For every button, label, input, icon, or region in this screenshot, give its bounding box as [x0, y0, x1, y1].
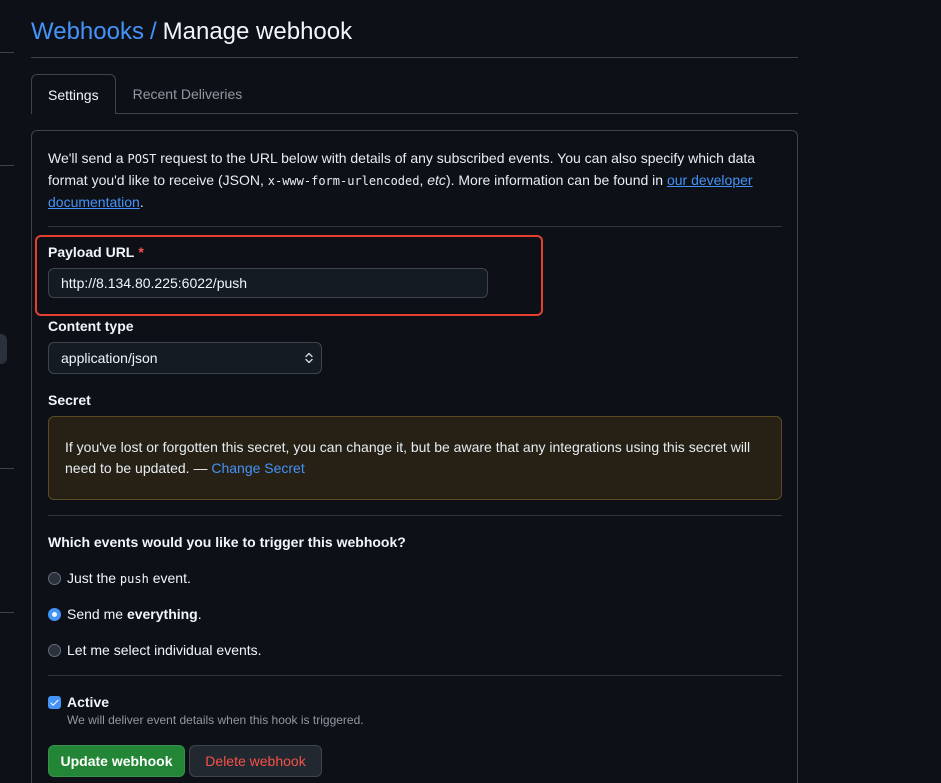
update-webhook-button[interactable]: Update webhook	[48, 745, 185, 777]
sidebar-item-selected[interactable]	[0, 334, 7, 364]
event-option-individual[interactable]: Let me select individual events.	[48, 640, 262, 660]
sidebar	[0, 0, 14, 783]
active-note: We will deliver event details when this …	[67, 713, 364, 727]
secret-notice-text: If you've lost or forgotten this secret,…	[65, 439, 751, 476]
required-marker: *	[138, 244, 144, 260]
content-type-label: Content type	[48, 318, 134, 334]
active-option[interactable]: Active	[48, 692, 109, 712]
intro-text-part: .	[139, 194, 144, 210]
event-option-push[interactable]: Just the push event.	[48, 568, 191, 588]
section-divider	[48, 515, 782, 516]
tabs: Settings Recent Deliveries	[31, 74, 798, 114]
form-actions: Update webhook Delete webhook	[48, 745, 322, 777]
event-option-text: Send me	[67, 606, 127, 622]
change-secret-link[interactable]: Change Secret	[211, 460, 304, 476]
content-type-select[interactable]: application/json	[48, 342, 322, 374]
payload-url-input[interactable]	[48, 268, 488, 298]
section-divider	[48, 675, 782, 676]
intro-text-part: ). More information can be found in	[445, 172, 667, 188]
intro-text: We'll send a POST request to the URL bel…	[48, 148, 782, 213]
webhook-settings-form: We'll send a POST request to the URL bel…	[31, 130, 798, 783]
event-option-code: push	[119, 572, 149, 586]
page-title: Webhooks / Manage webhook	[31, 16, 798, 48]
delete-webhook-button[interactable]: Delete webhook	[189, 745, 322, 777]
event-radio-everything[interactable]	[48, 607, 61, 621]
intro-emphasis-etc: etc	[427, 172, 446, 188]
event-option-label: Send me everything.	[67, 606, 202, 622]
intro-code-urlencoded: x-www-form-urlencoded	[267, 174, 420, 188]
breadcrumb-webhooks-link[interactable]: Webhooks	[31, 18, 144, 45]
sidebar-divider	[0, 165, 14, 166]
page-header: Webhooks / Manage webhook	[31, 0, 798, 58]
event-option-text: .	[197, 606, 202, 622]
active-checkbox-wrapper	[48, 695, 61, 709]
event-radio-individual[interactable]	[48, 643, 61, 657]
tab-settings[interactable]: Settings	[31, 74, 116, 114]
sidebar-divider	[0, 468, 14, 469]
event-option-everything[interactable]: Send me everything.	[48, 604, 202, 624]
event-option-strong: everything	[126, 606, 198, 622]
active-label: Active	[67, 694, 110, 710]
active-checkbox[interactable]	[48, 695, 61, 709]
secret-label: Secret	[48, 392, 91, 408]
intro-text-part: We'll send a	[48, 150, 128, 166]
event-option-text: event.	[148, 570, 191, 586]
sidebar-divider	[0, 52, 14, 53]
events-heading: Which events would you like to trigger t…	[48, 534, 406, 550]
breadcrumb-separator: /	[149, 18, 157, 45]
event-radio-push[interactable]	[48, 571, 61, 585]
sidebar-divider	[0, 612, 14, 613]
section-divider	[48, 226, 782, 227]
page: { "colors": { "background": "#0d1117", "…	[0, 0, 941, 783]
content-type-select-wrapper: application/json	[48, 342, 322, 374]
payload-url-label-text: Payload URL	[48, 244, 135, 260]
page-title-text: Manage webhook	[162, 18, 353, 45]
event-option-text: Just the	[67, 570, 120, 586]
secret-warning-notice: If you've lost or forgotten this secret,…	[48, 416, 782, 500]
event-option-label: Just the push event.	[67, 570, 191, 586]
tab-recent-deliveries[interactable]: Recent Deliveries	[116, 74, 260, 113]
event-option-label: Let me select individual events.	[67, 642, 262, 658]
payload-url-label: Payload URL *	[48, 242, 144, 262]
intro-code-post: POST	[127, 152, 157, 166]
